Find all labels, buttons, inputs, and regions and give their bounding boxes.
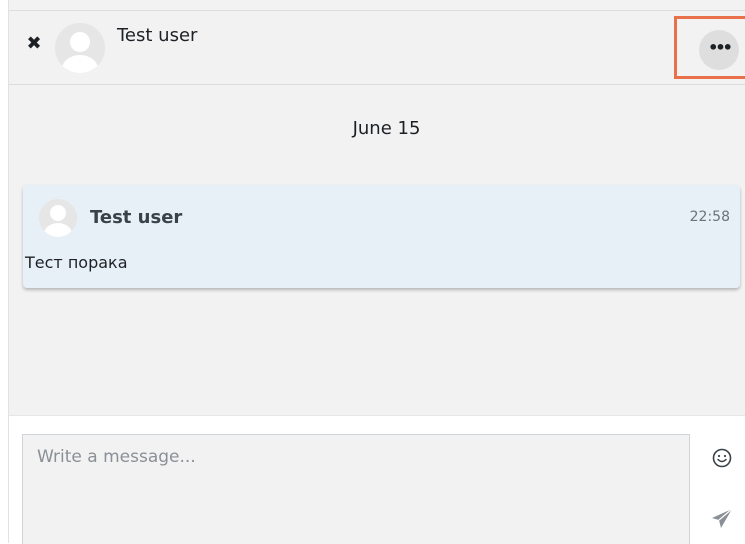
- close-icon[interactable]: ✖: [23, 33, 45, 55]
- emoji-icon[interactable]: [710, 446, 734, 470]
- avatar[interactable]: [55, 23, 105, 73]
- user-avatar-icon: [55, 23, 105, 73]
- user-avatar-icon: [39, 199, 77, 237]
- highlight-box: •••: [674, 16, 745, 79]
- more-options-icon[interactable]: •••: [699, 30, 739, 70]
- message-input[interactable]: [22, 434, 690, 544]
- message-time: 22:58: [689, 209, 730, 225]
- conversation-user-name[interactable]: Test user: [117, 25, 197, 46]
- message-text: Тест порака: [25, 253, 128, 272]
- send-icon[interactable]: [709, 506, 735, 532]
- conversation-header: ✖ Test user •••: [9, 10, 745, 85]
- date-divider: June 15: [352, 118, 421, 139]
- messaging-drawer: ✖ Test user ••• June 15 Test user 22:58 …: [8, 0, 745, 544]
- avatar: [39, 199, 77, 237]
- message-sender: Test user: [90, 207, 183, 228]
- message-composer: [9, 415, 745, 544]
- message-bubble: Test user 22:58 Тест порака: [23, 185, 740, 288]
